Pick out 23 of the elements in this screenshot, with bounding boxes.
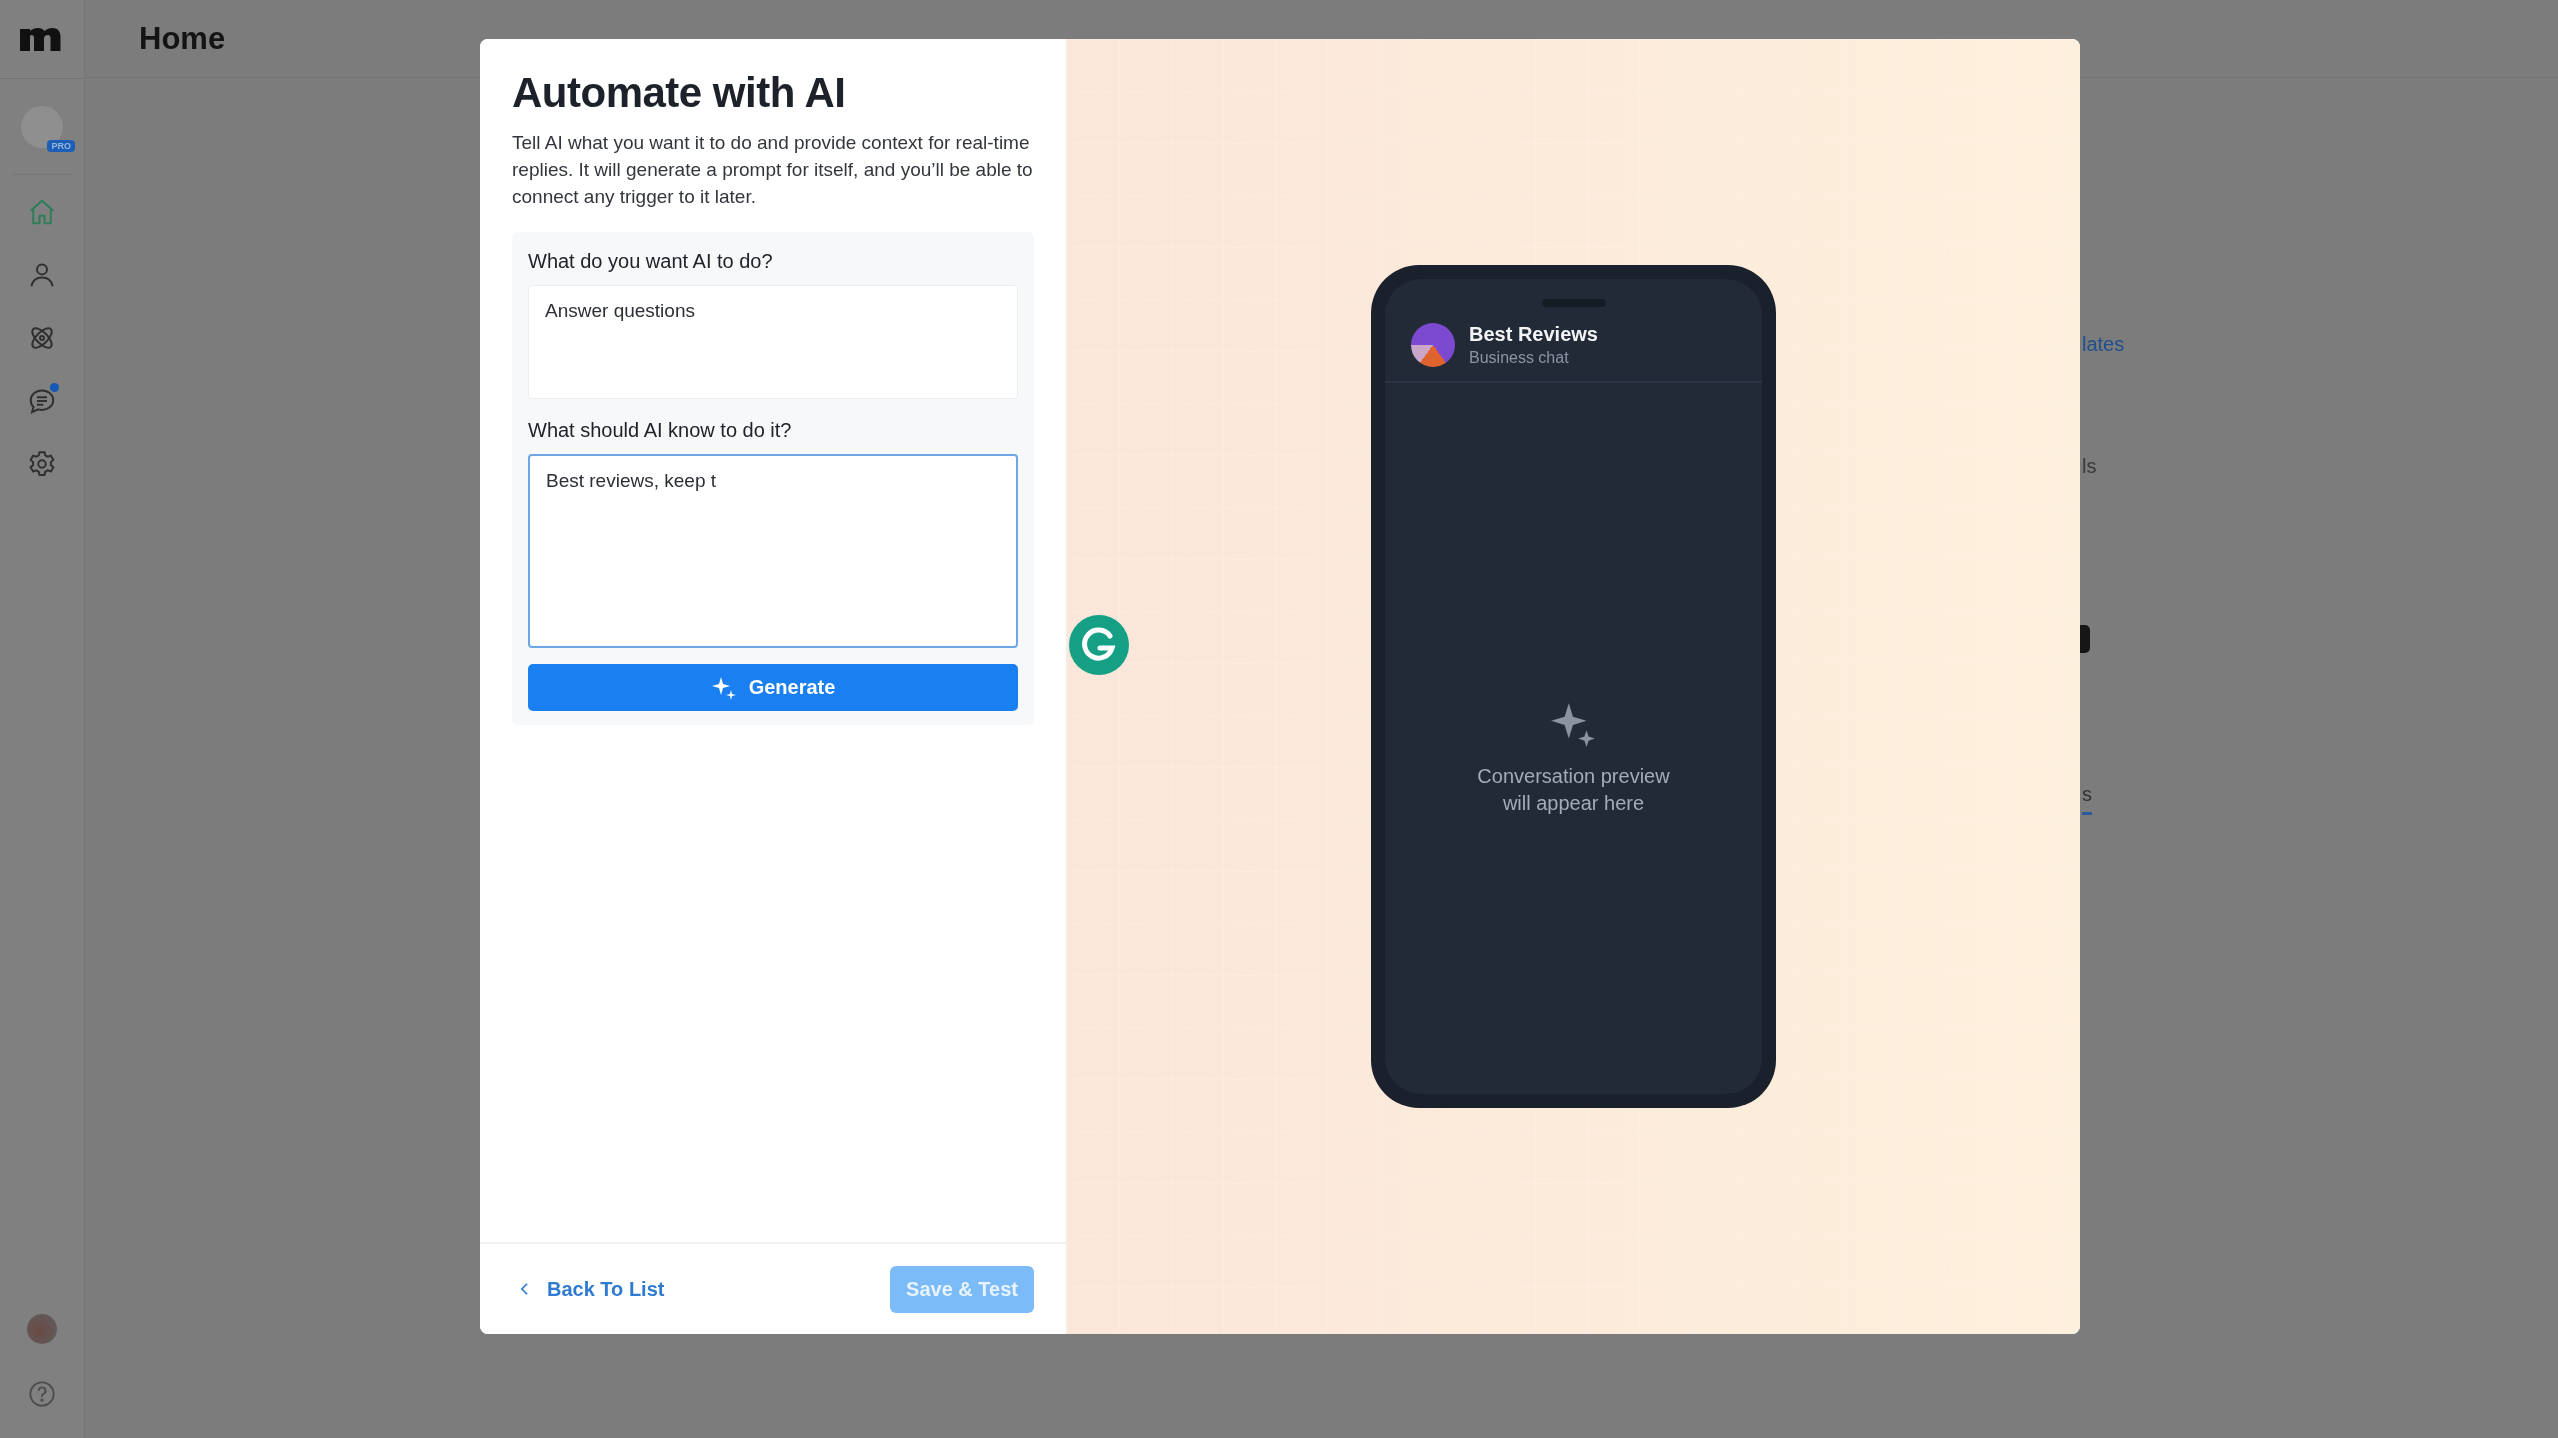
generate-button[interactable]: Generate [528, 664, 1018, 711]
empty-state-text: Conversation preview will appear here [1476, 763, 1671, 816]
link-fragment[interactable]: lates [2082, 333, 2125, 455]
settings-icon[interactable] [27, 449, 57, 479]
back-link[interactable]: Back To List [520, 1277, 665, 1301]
text-field[interactable]: Answer questions [528, 285, 1018, 399]
modal-description: Tell AI what you want it to do and provide context for real-time replies. It will generate a prompt for itself, and you’ll be able to connect any trigger to it later. [512, 131, 1034, 209]
contact-avatar [1411, 323, 1455, 367]
contact-subtitle: Business chat [1469, 349, 1570, 367]
plan-badge: PRO [47, 139, 75, 152]
chevron-left-icon [520, 1282, 529, 1296]
chat-icon[interactable] [27, 386, 57, 416]
text-fragment: ls [2082, 455, 2097, 479]
logo-icon[interactable] [20, 25, 64, 53]
field-label: What do you want AI to do? [528, 250, 774, 273]
contact-name: Best Reviews [1469, 323, 1598, 346]
text-field[interactable]: Best reviews, keep t [528, 454, 1018, 648]
user-avatar[interactable] [27, 1314, 57, 1344]
help-icon[interactable] [28, 1380, 56, 1408]
page-title: Home [139, 20, 226, 57]
modal-title: Automate with AI [512, 69, 847, 117]
field-label: What should AI know to do it? [528, 419, 793, 442]
grammar-assistant-icon[interactable] [1068, 614, 1130, 676]
